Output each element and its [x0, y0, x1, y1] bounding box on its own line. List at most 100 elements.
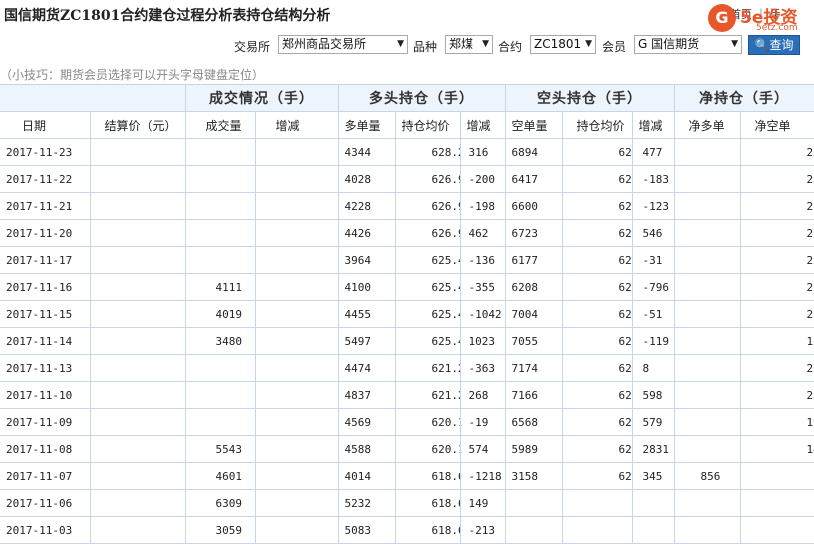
cell-volume-change: 92: [254, 273, 339, 301]
cell-settle: 613.40: [89, 516, 186, 544]
cell-short-qty: 6177: [504, 246, 563, 274]
table-body: 2017-11-23644.404344628.223166894629.734…: [0, 138, 814, 544]
column-header-short-qty: 空单量: [504, 111, 563, 139]
cell-volume: [184, 219, 256, 247]
logo-url: 5etz.com: [756, 23, 798, 33]
cell-short-change: -796: [631, 273, 675, 301]
cell-net-long: [673, 435, 741, 463]
cell-net-long: [673, 138, 741, 166]
cell-short-qty: 3158: [504, 462, 563, 490]
cell-net-short: 2550: [739, 138, 814, 166]
cell-volume: [184, 138, 256, 166]
cell-volume: [184, 354, 256, 382]
group-header-long: 多头持仓（手）: [337, 84, 506, 112]
cell-net-short: 2213: [739, 246, 814, 274]
cell-long-avg: 625.41: [394, 246, 461, 274]
cell-long-avg: 625.41: [394, 327, 461, 355]
cell-short-qty: [504, 489, 563, 517]
cell-date: 2017-11-08: [0, 435, 91, 463]
contract-select[interactable]: ZC1801 ▼: [530, 35, 596, 54]
table-row: 2017-11-14643.80348014335497625.41102370…: [0, 327, 814, 355]
cell-net-long: [673, 165, 741, 193]
column-header-settle: 结算价（元）: [89, 111, 186, 139]
cell-long-change: -200: [459, 165, 506, 193]
exchange-label: 交易所: [234, 40, 271, 54]
table-row: 2017-11-22638.60 4028626.95-2006417628.64…: [0, 165, 814, 193]
cell-settle: 627.60: [89, 462, 186, 490]
cell-date: 2017-11-13: [0, 354, 91, 382]
group-header-short: 空头持仓（手）: [504, 84, 675, 112]
cell-volume: 4111: [184, 273, 256, 301]
cell-volume-change: [254, 408, 339, 436]
cell-long-qty: 4455: [337, 300, 396, 328]
cell-short-change: 8: [631, 354, 675, 382]
cell-long-change: 316: [459, 138, 506, 166]
cell-long-avg: 626.95: [394, 165, 461, 193]
cell-short-qty: 6723: [504, 219, 563, 247]
query-button[interactable]: 🔍查询: [748, 35, 800, 55]
cell-net-short: 2329: [739, 381, 814, 409]
cell-long-qty: 4569: [337, 408, 396, 436]
title-bar: 国信期货ZC1801合约建仓过程分析表持仓结构分析 首页 ｜ 手 G 5e投资 …: [0, 0, 814, 33]
cell-short-change: -31: [631, 246, 675, 274]
cell-long-change: -19: [459, 408, 506, 436]
table-row: 2017-11-21639.80 4228626.95-1986600628.64…: [0, 192, 814, 220]
cell-date: 2017-11-03: [0, 516, 91, 544]
table-row: 2017-11-15641.6040195394455625.41-104270…: [0, 300, 814, 328]
search-icon: 🔍: [754, 38, 770, 52]
cell-short-avg: 628.64: [561, 165, 633, 193]
cell-date: 2017-11-21: [0, 192, 91, 220]
cell-net-long: 856: [673, 462, 741, 490]
cell-settle: 633.20: [89, 273, 186, 301]
group-header-blank: [0, 84, 186, 112]
member-select[interactable]: G 国信期货 ▼: [634, 35, 742, 54]
cell-long-qty: 4228: [337, 192, 396, 220]
column-header-short-change: 增减: [631, 111, 675, 139]
cell-date: 2017-11-10: [0, 381, 91, 409]
cell-date: 2017-11-17: [0, 246, 91, 274]
column-header-net-long: 净多单: [673, 111, 741, 139]
cell-short-avg: 628.64: [561, 219, 633, 247]
cell-long-qty: 5232: [337, 489, 396, 517]
member-select-value: G 国信期货: [638, 37, 700, 51]
cell-long-qty: 4344: [337, 138, 396, 166]
exchange-select[interactable]: 郑州商品交易所 ▼: [278, 35, 408, 54]
contract-label: 合约: [498, 40, 523, 54]
table-row: 2017-11-07627.604601-17084014618.68-1218…: [0, 462, 814, 490]
cell-volume-change: 539: [254, 300, 339, 328]
table-row: 2017-11-03613.403059-4125083618.64-213: [0, 516, 814, 544]
cell-volume-change: [254, 381, 339, 409]
cell-net-long: [673, 327, 741, 355]
cell-long-change: 1023: [459, 327, 506, 355]
cell-short-change: -123: [631, 192, 675, 220]
cell-long-avg: 620.19: [394, 435, 461, 463]
cell-volume: 5543: [184, 435, 256, 463]
column-header-volume: 成交量: [184, 111, 256, 139]
cell-net-short: [739, 516, 814, 544]
cell-net-long: [673, 219, 741, 247]
variety-select-value: 郑煤: [449, 37, 474, 51]
cell-short-avg: 627.62: [561, 327, 633, 355]
cell-long-qty: 4426: [337, 219, 396, 247]
cell-long-change: -355: [459, 273, 506, 301]
cell-date: 2017-11-20: [0, 219, 91, 247]
variety-select[interactable]: 郑煤 ▼: [445, 35, 493, 54]
cell-date: 2017-11-06: [0, 489, 91, 517]
cell-short-avg: 629.73: [561, 138, 633, 166]
cell-long-change: -1218: [459, 462, 506, 490]
cell-long-qty: 4474: [337, 354, 396, 382]
cell-long-qty: 4588: [337, 435, 396, 463]
cell-net-short: 1999: [739, 408, 814, 436]
cell-short-change: 579: [631, 408, 675, 436]
cell-short-change: [631, 516, 675, 544]
site-logo[interactable]: G 5e投资 5etz.com: [706, 2, 812, 36]
cell-volume-change: [254, 354, 339, 382]
column-header-volume-change: 增减: [254, 111, 339, 139]
group-header-net: 净持仓（手）: [673, 84, 814, 112]
cell-settle: 637.80: [89, 408, 186, 436]
cell-long-avg: 621.20: [394, 354, 461, 382]
cell-settle: 633.60: [89, 246, 186, 274]
table-row: 2017-11-13638.20 4474621.20-3637174627.62…: [0, 354, 814, 382]
cell-short-avg: 628.64: [561, 192, 633, 220]
cell-net-short: 1558: [739, 327, 814, 355]
